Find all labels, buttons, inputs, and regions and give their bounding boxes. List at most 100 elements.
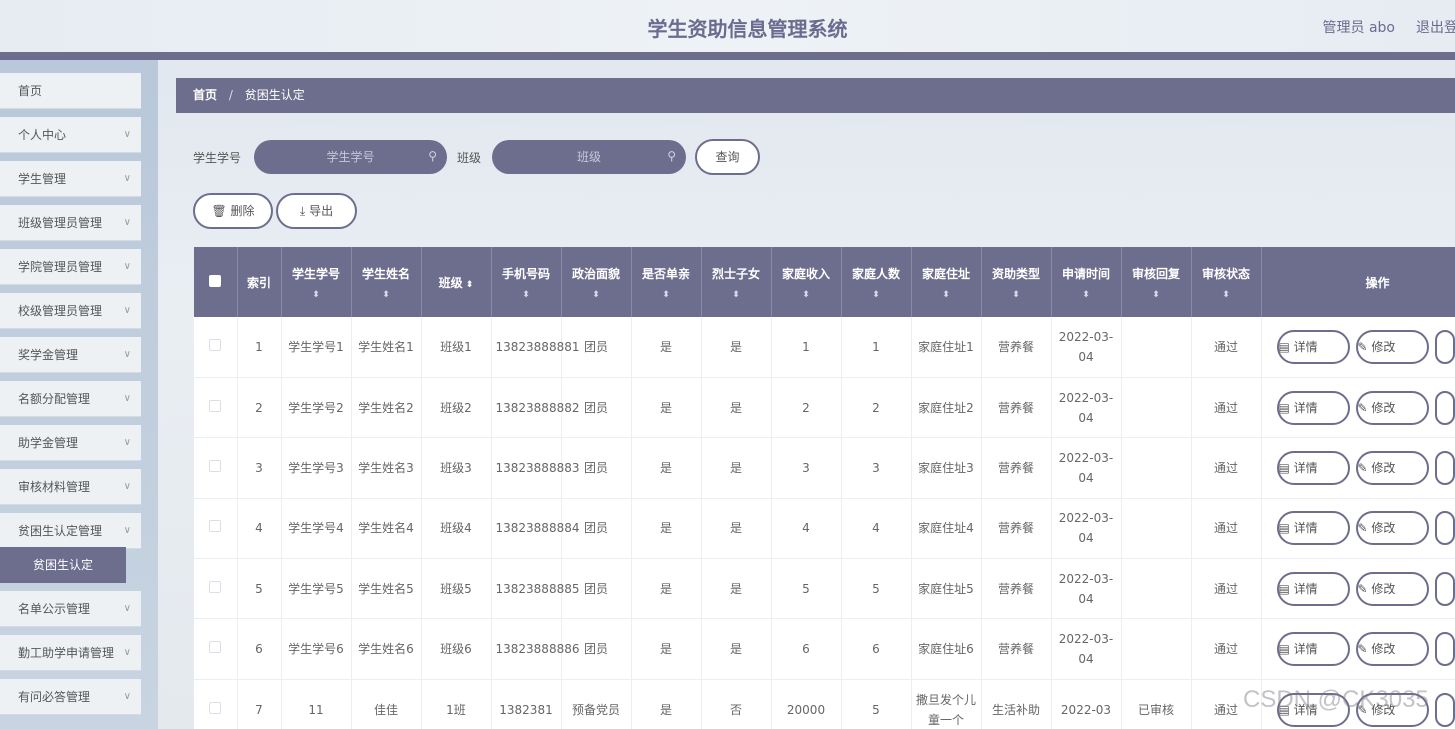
sidebar-item-label: 勤工助学申请管理 (18, 646, 115, 660)
column-header[interactable]: 操作 (1261, 247, 1455, 317)
row-checkbox[interactable] (209, 520, 222, 533)
table-cell: 4 (841, 498, 912, 560)
edit-button[interactable]: ✎ 修改 (1355, 450, 1429, 485)
more-button[interactable] (1434, 329, 1455, 364)
column-header[interactable]: 资助类型 ⬍ (981, 247, 1052, 317)
search-icon: ⚲ (428, 149, 437, 163)
more-button[interactable] (1434, 511, 1455, 546)
edit-button[interactable]: ✎ 修改 (1355, 329, 1429, 364)
column-header[interactable]: 学生学号 ⬍ (281, 247, 352, 317)
more-button[interactable] (1434, 571, 1455, 606)
more-button[interactable] (1434, 692, 1455, 727)
sort-icon[interactable]: ⬍ (1056, 290, 1117, 300)
more-button[interactable] (1434, 632, 1455, 667)
column-header[interactable]: 审核回复 ⬍ (1121, 247, 1192, 317)
sidebar-item[interactable]: 班级管理员管理 ∨ (0, 205, 141, 241)
sort-icon[interactable]: ⬍ (846, 290, 907, 300)
column-header-label: 审核回复 (1131, 266, 1180, 281)
watermark: CSDN @CK3035 (1243, 686, 1429, 713)
sidebar-item[interactable]: 助学金管理 ∨ (0, 425, 141, 461)
table-cell: 学生学号3 (281, 437, 352, 499)
sidebar-item[interactable]: 有问必答管理 ∨ (0, 679, 141, 715)
column-header[interactable]: 审核状态 ⬍ (1191, 247, 1262, 317)
table-cell: 是 (701, 377, 772, 439)
column-header[interactable]: 家庭住址 ⬍ (911, 247, 982, 317)
row-checkbox[interactable] (209, 641, 222, 654)
sidebar-item[interactable]: 审核材料管理 ∨ (0, 469, 141, 505)
sort-icon[interactable]: ⬍ (916, 290, 977, 300)
sidebar-item[interactable]: 个人中心 ∨ (0, 117, 141, 153)
sort-icon[interactable]: ⬍ (636, 290, 697, 300)
export-button[interactable]: ⤓ 导出 (276, 193, 357, 229)
sort-icon[interactable]: ⬍ (1196, 290, 1257, 300)
detail-button[interactable]: ▤ 详情 (1276, 511, 1350, 546)
sidebar-item[interactable]: 校级管理员管理 ∨ (0, 293, 141, 329)
sort-icon[interactable]: ⬍ (1126, 290, 1187, 300)
table-row[interactable]: 6 学生学号6 学生姓名6 班级6 13823888886 团员是是 6 6 家庭住址6 营养餐 2… (194, 618, 1455, 680)
edit-button[interactable]: ✎ 修改 (1355, 571, 1429, 606)
table-row[interactable]: 1 学生学号1 学生姓名1 班级1 13823888881 团员是是 1 1 家庭住址1 营养餐 2… (194, 317, 1455, 378)
sidebar-item[interactable]: 学生管理 ∨ (0, 161, 141, 197)
table-cell: 是 (701, 558, 772, 620)
column-header[interactable]: 手机号码 ⬍ (491, 247, 562, 317)
breadcrumb-home[interactable]: 首页 (193, 88, 217, 102)
edit-button[interactable]: ✎ 修改 (1355, 632, 1429, 667)
sort-icon[interactable]: ⬍ (286, 290, 347, 300)
detail-button[interactable]: ▤ 详情 (1276, 571, 1350, 606)
table-row[interactable]: 2 学生学号2 学生姓名2 班级2 13823888882 团员是是 2 2 家庭住址2 营养餐 2… (194, 377, 1455, 439)
column-header[interactable]: 家庭人数 ⬍ (841, 247, 912, 317)
row-select-cell (194, 317, 238, 378)
sort-icon[interactable]: ⬍ (776, 290, 837, 300)
table-cell: 7 (237, 679, 282, 729)
sidebar-item-label: 审核材料管理 (18, 480, 91, 494)
sidebar-item[interactable]: 勤工助学申请管理 ∨ (0, 635, 141, 671)
sidebar-item[interactable]: 学院管理员管理 ∨ (0, 249, 141, 285)
sidebar-item[interactable]: 首页 (0, 73, 141, 109)
detail-button[interactable]: ▤ 详情 (1276, 450, 1350, 485)
more-button[interactable] (1434, 450, 1455, 485)
table-row[interactable]: 4 学生学号4 学生姓名4 班级4 13823888884 团员是是 4 4 家庭住址4 营养餐 2… (194, 498, 1455, 560)
student-no-input[interactable] (254, 140, 447, 174)
table-row[interactable]: 5 学生学号5 学生姓名5 班级5 13823888885 团员是是 5 5 家庭住址5 营养餐 2… (194, 558, 1455, 620)
sort-icon[interactable]: ⬍ (356, 290, 417, 300)
table-cell: 生活补助 (981, 679, 1052, 729)
detail-button[interactable]: ▤ 详情 (1276, 390, 1350, 425)
sidebar-item[interactable]: 名单公示管理 ∨ (0, 591, 141, 627)
column-header[interactable]: 申请时间 ⬍ (1051, 247, 1122, 317)
column-header[interactable]: 家庭收入 ⬍ (771, 247, 842, 317)
query-button[interactable]: 查询 (695, 139, 760, 175)
delete-button[interactable]: 🗑 删除 (193, 193, 273, 229)
detail-button[interactable]: ▤ 详情 (1276, 329, 1350, 364)
edit-button[interactable]: ✎ 修改 (1355, 511, 1429, 546)
sidebar-item[interactable]: 奖学金管理 ∨ (0, 337, 141, 373)
column-header[interactable]: 是否单亲 ⬍ (631, 247, 702, 317)
column-header[interactable]: 烈士子女 ⬍ (701, 247, 772, 317)
sidebar-subitem-active[interactable]: 贫困生认定 (0, 547, 126, 583)
row-checkbox[interactable] (209, 338, 222, 351)
row-checkbox[interactable] (209, 399, 222, 412)
row-checkbox[interactable] (209, 701, 222, 714)
sidebar-item[interactable]: 贫困生认定管理 ∨ (0, 513, 141, 549)
more-button[interactable] (1434, 390, 1455, 425)
edit-button[interactable]: ✎ 修改 (1355, 390, 1429, 425)
row-checkbox[interactable] (209, 459, 222, 472)
column-header[interactable]: 索引 (237, 247, 282, 317)
sort-icon[interactable]: ⬍ (496, 290, 557, 300)
sidebar-item[interactable]: 名额分配管理 ∨ (0, 381, 141, 417)
table-row[interactable]: 3 学生学号3 学生姓名3 班级3 13823888883 团员是是 3 3 家庭住址3 营养餐 2… (194, 437, 1455, 499)
detail-label: 详情 (1293, 581, 1318, 596)
detail-button[interactable]: ▤ 详情 (1276, 632, 1350, 667)
row-actions: ▤ 详情 ✎ 修改 (1261, 377, 1455, 439)
column-header[interactable]: 政治面貌 ⬍ (561, 247, 632, 317)
sort-icon[interactable]: ⬍ (463, 280, 474, 290)
column-header[interactable]: 班级 ⬍ (421, 247, 492, 317)
class-input[interactable] (492, 140, 686, 174)
select-all-checkbox[interactable] (209, 274, 222, 287)
sort-icon[interactable]: ⬍ (706, 290, 767, 300)
row-checkbox[interactable] (209, 580, 222, 593)
sort-icon[interactable]: ⬍ (986, 290, 1047, 300)
column-header[interactable]: 学生姓名 ⬍ (351, 247, 422, 317)
row-actions: ▤ 详情 ✎ 修改 (1261, 558, 1455, 620)
sort-icon[interactable]: ⬍ (566, 290, 627, 300)
logout-link[interactable]: 退出登 (1416, 17, 1455, 37)
